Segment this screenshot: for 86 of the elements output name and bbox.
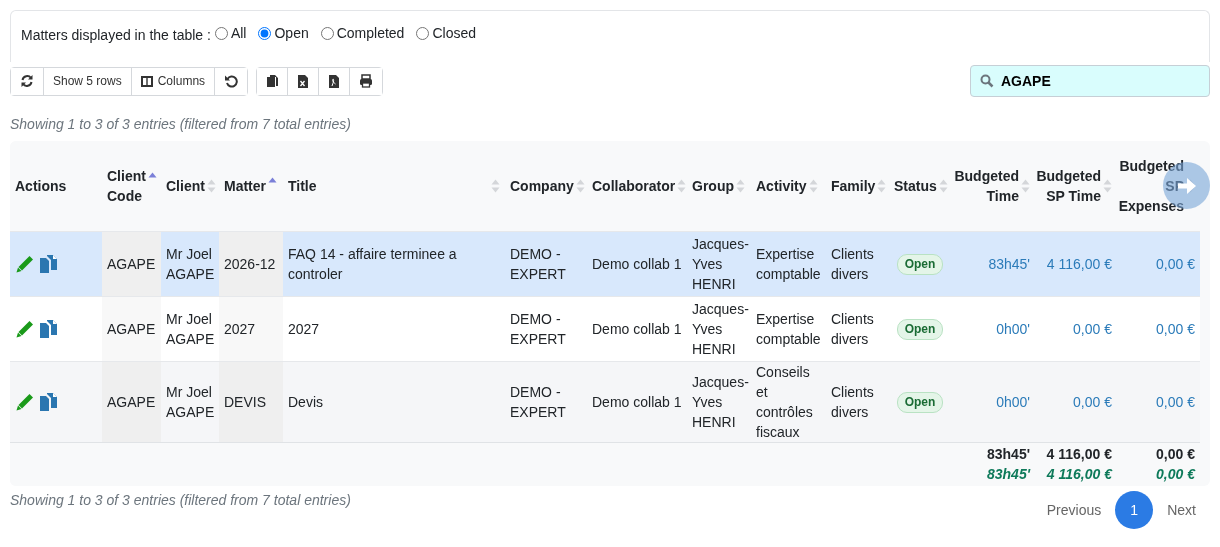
table-cell: 0,00 € xyxy=(1117,296,1200,361)
page-button[interactable]: 1 xyxy=(1115,491,1154,529)
table-cell: DEVIS xyxy=(219,361,283,442)
column-header[interactable]: Activity xyxy=(756,175,807,196)
print-icon xyxy=(359,74,374,88)
filter-label: Matters displayed in the table : xyxy=(21,27,211,43)
column-header[interactable]: Actions xyxy=(15,175,67,196)
table-info: Showing 1 to 3 of 3 entries (filtered from 7 total entries) xyxy=(10,115,352,134)
table-cell: 0h00' xyxy=(951,296,1035,361)
column-total: 0,00 € xyxy=(1155,445,1195,465)
table-cell: 4 116,00 € xyxy=(1035,231,1117,296)
page-total: 0,00 € xyxy=(1155,465,1195,485)
table-cell: Mr Joel AGAPE xyxy=(161,361,219,442)
pdf-file-icon xyxy=(328,74,341,88)
table-info: Showing 1 to 3 of 3 entries (filtered from 7 total entries) xyxy=(10,491,351,510)
table-cell: AGAPE xyxy=(102,361,161,442)
column-header[interactable]: Status xyxy=(894,175,937,196)
next-button[interactable]: Next xyxy=(1153,499,1210,521)
table-cell: 0,00 € xyxy=(1117,231,1200,296)
pencil-icon[interactable] xyxy=(15,318,35,339)
column-header[interactable]: Family xyxy=(831,175,876,196)
table-cell: 2027 xyxy=(283,296,505,361)
radio-button[interactable] xyxy=(320,27,334,40)
radio-button[interactable] xyxy=(258,27,272,40)
table-cell: DEMO - EXPERT xyxy=(505,231,587,296)
table-cell: 0h00' xyxy=(951,361,1035,442)
copy-button[interactable] xyxy=(257,67,289,95)
table-cell: Jacques-Yves HENRI xyxy=(687,361,751,442)
table-cell: Jacques-Yves HENRI xyxy=(687,231,751,296)
table-cell: AGAPE xyxy=(102,296,161,361)
table-cell: Expertise comptable xyxy=(751,296,826,361)
table-cell: 83h45' xyxy=(951,231,1035,296)
refresh-icon xyxy=(20,74,34,88)
table-cell: Clients divers xyxy=(826,361,889,442)
radio-label[interactable]: Closed xyxy=(432,23,476,44)
previous-button[interactable]: Previous xyxy=(1032,499,1116,521)
table-cell: Demo collab 1 xyxy=(587,231,687,296)
table-cell: Mr Joel AGAPE xyxy=(161,296,219,361)
pencil-icon[interactable] xyxy=(15,253,35,274)
table-cell: 0,00 € xyxy=(1035,296,1117,361)
column-header[interactable]: Collaborator xyxy=(592,175,676,196)
table-cell: 0,00 € xyxy=(1117,361,1200,442)
column-header[interactable]: Company xyxy=(510,175,574,196)
column-header[interactable]: Client xyxy=(166,175,205,196)
table-cell: DEMO - EXPERT xyxy=(505,361,587,442)
copy-icon xyxy=(266,74,279,88)
table-cell: Conseils et contrôles fiscaux xyxy=(751,361,826,442)
radio-button[interactable] xyxy=(214,27,228,40)
radio-label[interactable]: Open xyxy=(274,23,309,44)
table-cell: 2026-12 xyxy=(219,231,283,296)
column-total: 4 116,00 € xyxy=(1045,445,1112,465)
table-cell: AGAPE xyxy=(102,231,161,296)
column-header[interactable]: Title xyxy=(288,175,317,196)
status-badge: Open xyxy=(896,253,944,275)
table-cell: DEMO - EXPERT xyxy=(505,296,587,361)
table-cell: Jacques-Yves HENRI xyxy=(687,296,751,361)
table-cell: Demo collab 1 xyxy=(587,296,687,361)
column-header[interactable]: Group xyxy=(692,175,734,196)
radio-label[interactable]: Completed xyxy=(336,23,405,44)
table-cell: Clients divers xyxy=(826,231,889,296)
pencil-icon[interactable] xyxy=(15,391,35,412)
search-icon xyxy=(980,74,994,88)
column-header[interactable]: Budgeted SP Time xyxy=(1036,165,1101,206)
refresh-button[interactable] xyxy=(11,67,44,95)
table-cell: 2027 xyxy=(219,296,283,361)
status-badge: Open xyxy=(896,391,944,413)
column-header[interactable]: Budgeted Time xyxy=(954,165,1019,206)
table-cell: Demo collab 1 xyxy=(587,361,687,442)
column-header[interactable]: Client Code xyxy=(107,165,146,206)
radio-button[interactable] xyxy=(416,27,430,40)
table-cell: Clients divers xyxy=(826,296,889,361)
table-cell: 0,00 € xyxy=(1035,361,1117,442)
undo-icon xyxy=(224,74,239,88)
status-badge: Open xyxy=(896,318,944,340)
excel-file-icon xyxy=(297,74,310,88)
column-total: 83h45' xyxy=(985,445,1030,465)
column-header[interactable]: Matter xyxy=(224,175,266,196)
table-cell: Devis xyxy=(283,361,505,442)
table-cell: Expertise comptable xyxy=(751,231,826,296)
search-field[interactable]: AGAPE xyxy=(970,65,1210,97)
columns-icon xyxy=(140,75,153,87)
page-total: 4 116,00 € xyxy=(1045,465,1112,485)
table-cell: FAQ 14 - affaire terminee a controler xyxy=(283,231,505,296)
radio-label[interactable]: All xyxy=(230,23,247,44)
page-total: 83h45' xyxy=(985,465,1030,485)
table-cell: Mr Joel AGAPE xyxy=(161,231,219,296)
